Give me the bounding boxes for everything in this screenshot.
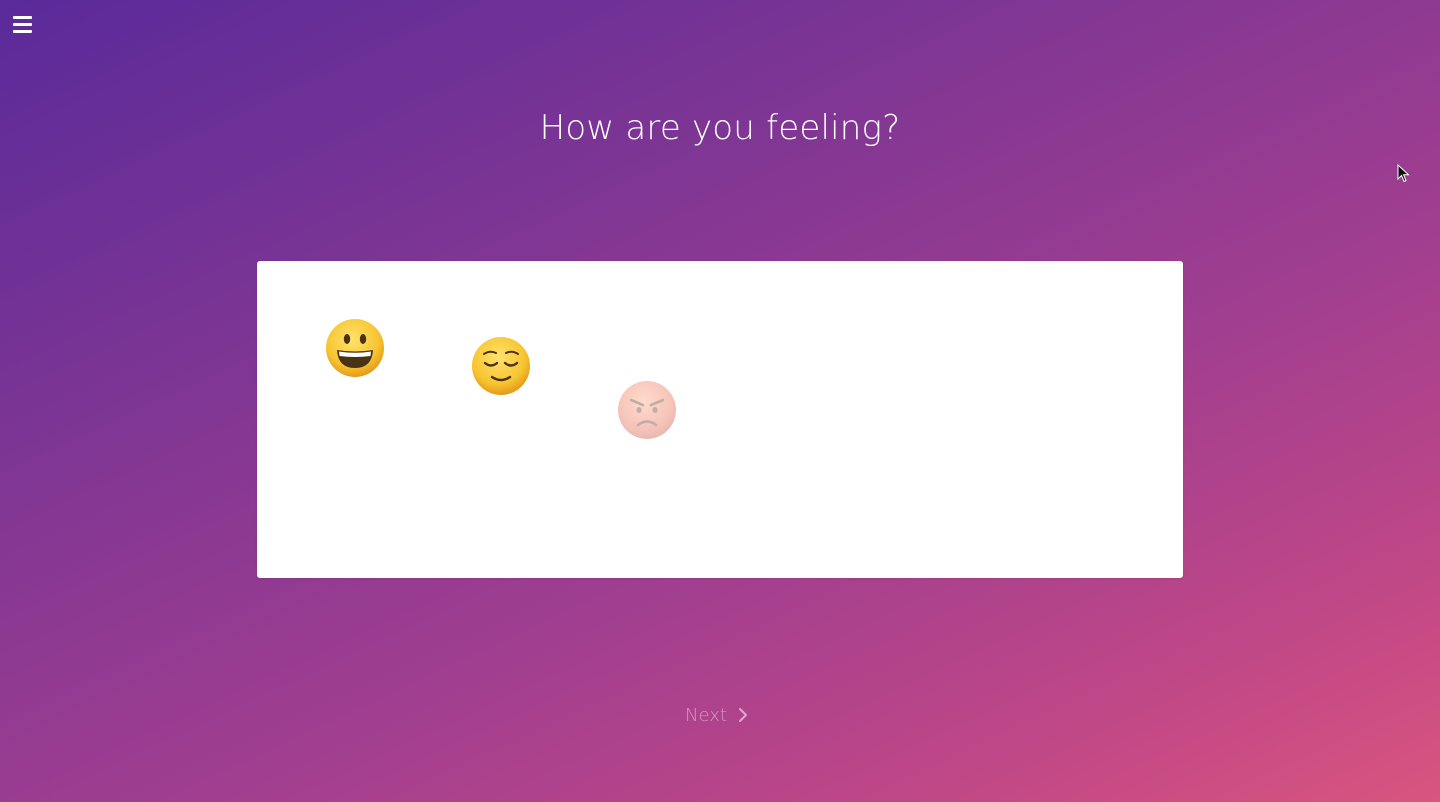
next-label: Next bbox=[685, 704, 727, 726]
chevron-right-icon bbox=[737, 707, 749, 723]
angry-face-emoji[interactable] bbox=[617, 380, 677, 440]
hamburger-line bbox=[13, 30, 32, 33]
menu-button[interactable] bbox=[12, 14, 34, 34]
mouse-pointer-icon bbox=[1397, 163, 1411, 184]
page-title: How are you feeling? bbox=[539, 108, 901, 148]
next-button[interactable]: Next bbox=[685, 702, 749, 728]
hamburger-menu-icon bbox=[13, 16, 32, 19]
hamburger-line bbox=[13, 23, 32, 26]
grinning-face-emoji[interactable] bbox=[325, 318, 385, 378]
mood-card bbox=[257, 261, 1183, 578]
relieved-face-emoji[interactable] bbox=[471, 336, 531, 396]
